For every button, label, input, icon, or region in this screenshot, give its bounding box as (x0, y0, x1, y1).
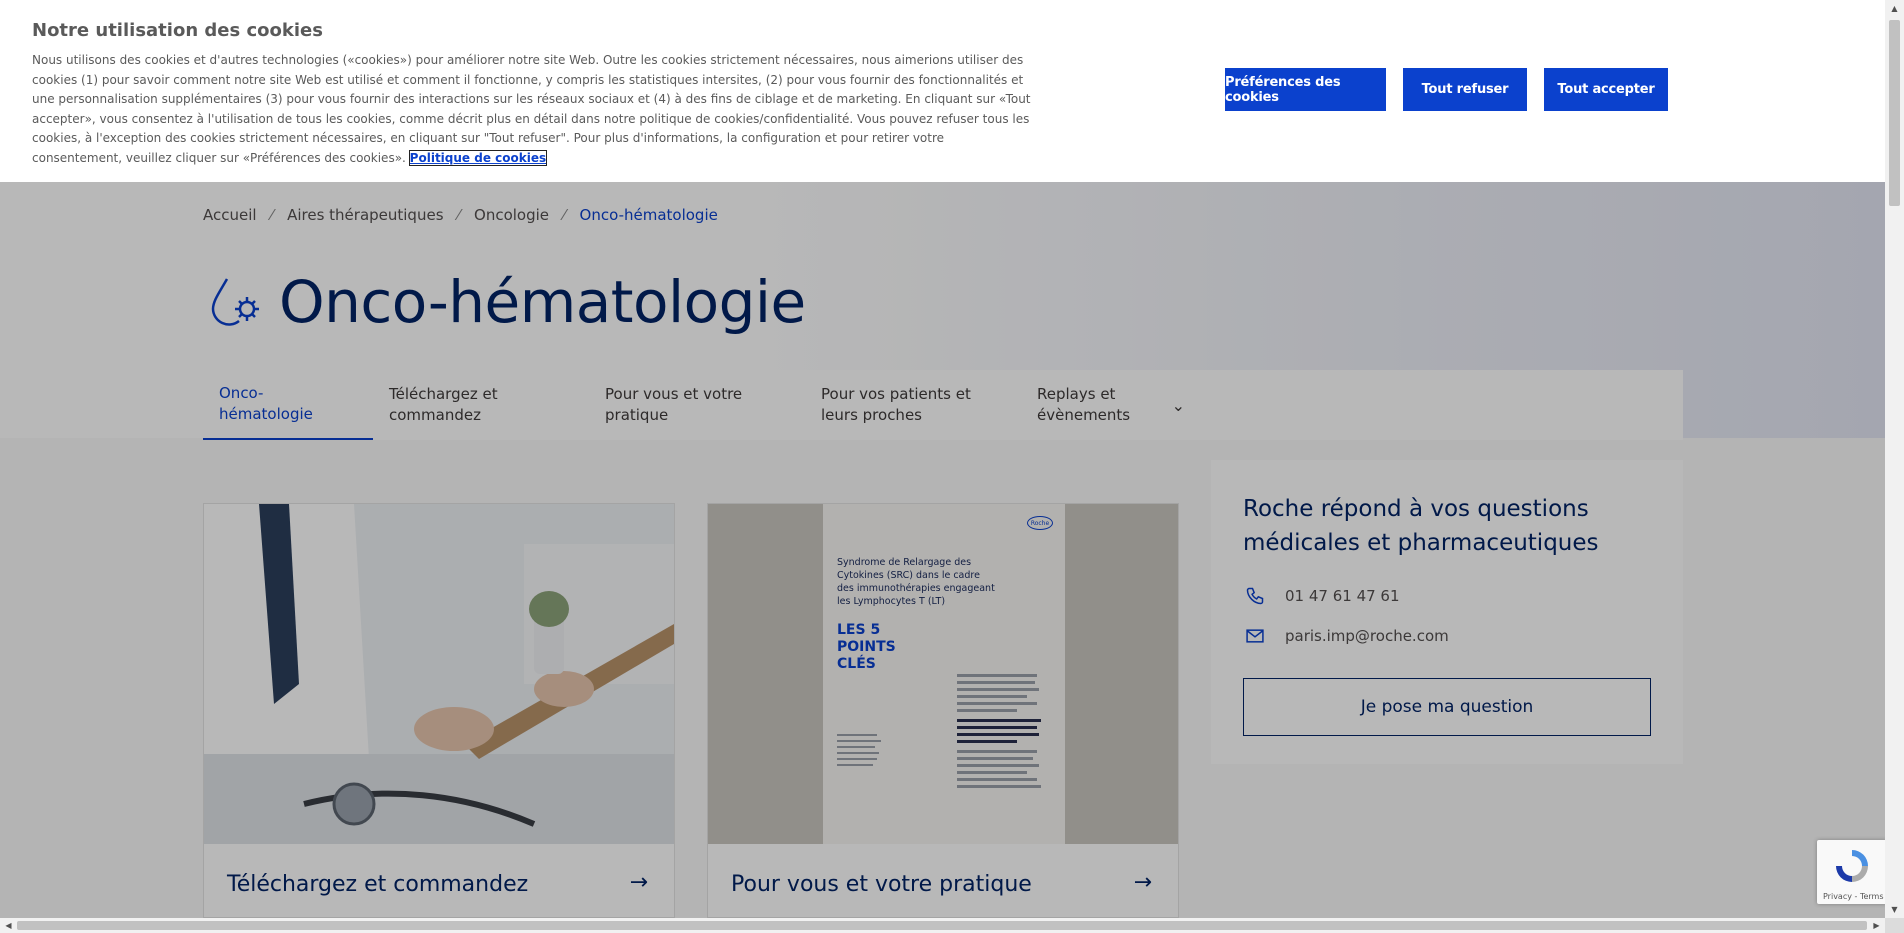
scroll-right-icon[interactable]: ▶ (1868, 918, 1885, 933)
recaptcha-badge[interactable]: Privacy - Terms (1817, 840, 1885, 904)
cookie-preferences-button[interactable]: Préférences des cookies (1225, 68, 1386, 111)
recaptcha-icon (1836, 850, 1868, 882)
cookie-refuse-button[interactable]: Tout refuser (1403, 68, 1527, 111)
scroll-down-icon[interactable]: ▼ (1885, 901, 1904, 918)
scrollbar-thumb[interactable] (1889, 20, 1900, 206)
horizontal-scrollbar[interactable]: ◀ ▶ (0, 918, 1885, 933)
recaptcha-links[interactable]: Privacy - Terms (1823, 892, 1884, 901)
cookie-body: Nous utilisons des cookies et d'autres t… (32, 53, 1031, 165)
scroll-up-icon[interactable]: ▲ (1885, 0, 1904, 17)
cookie-accept-button[interactable]: Tout accepter (1544, 68, 1668, 111)
scroll-left-icon[interactable]: ◀ (0, 918, 17, 933)
cookie-text: Nous utilisons des cookies et d'autres t… (32, 51, 1032, 169)
scrollbar-corner (1885, 918, 1904, 933)
cookie-banner: Notre utilisation des cookies Nous utili… (0, 0, 1885, 182)
scrollbar-thumb[interactable] (17, 921, 1867, 930)
cookie-title: Notre utilisation des cookies (32, 20, 323, 41)
cookie-policy-link[interactable]: Politique de cookies (408, 149, 548, 166)
vertical-scrollbar[interactable]: ▲ ▼ (1885, 0, 1904, 918)
